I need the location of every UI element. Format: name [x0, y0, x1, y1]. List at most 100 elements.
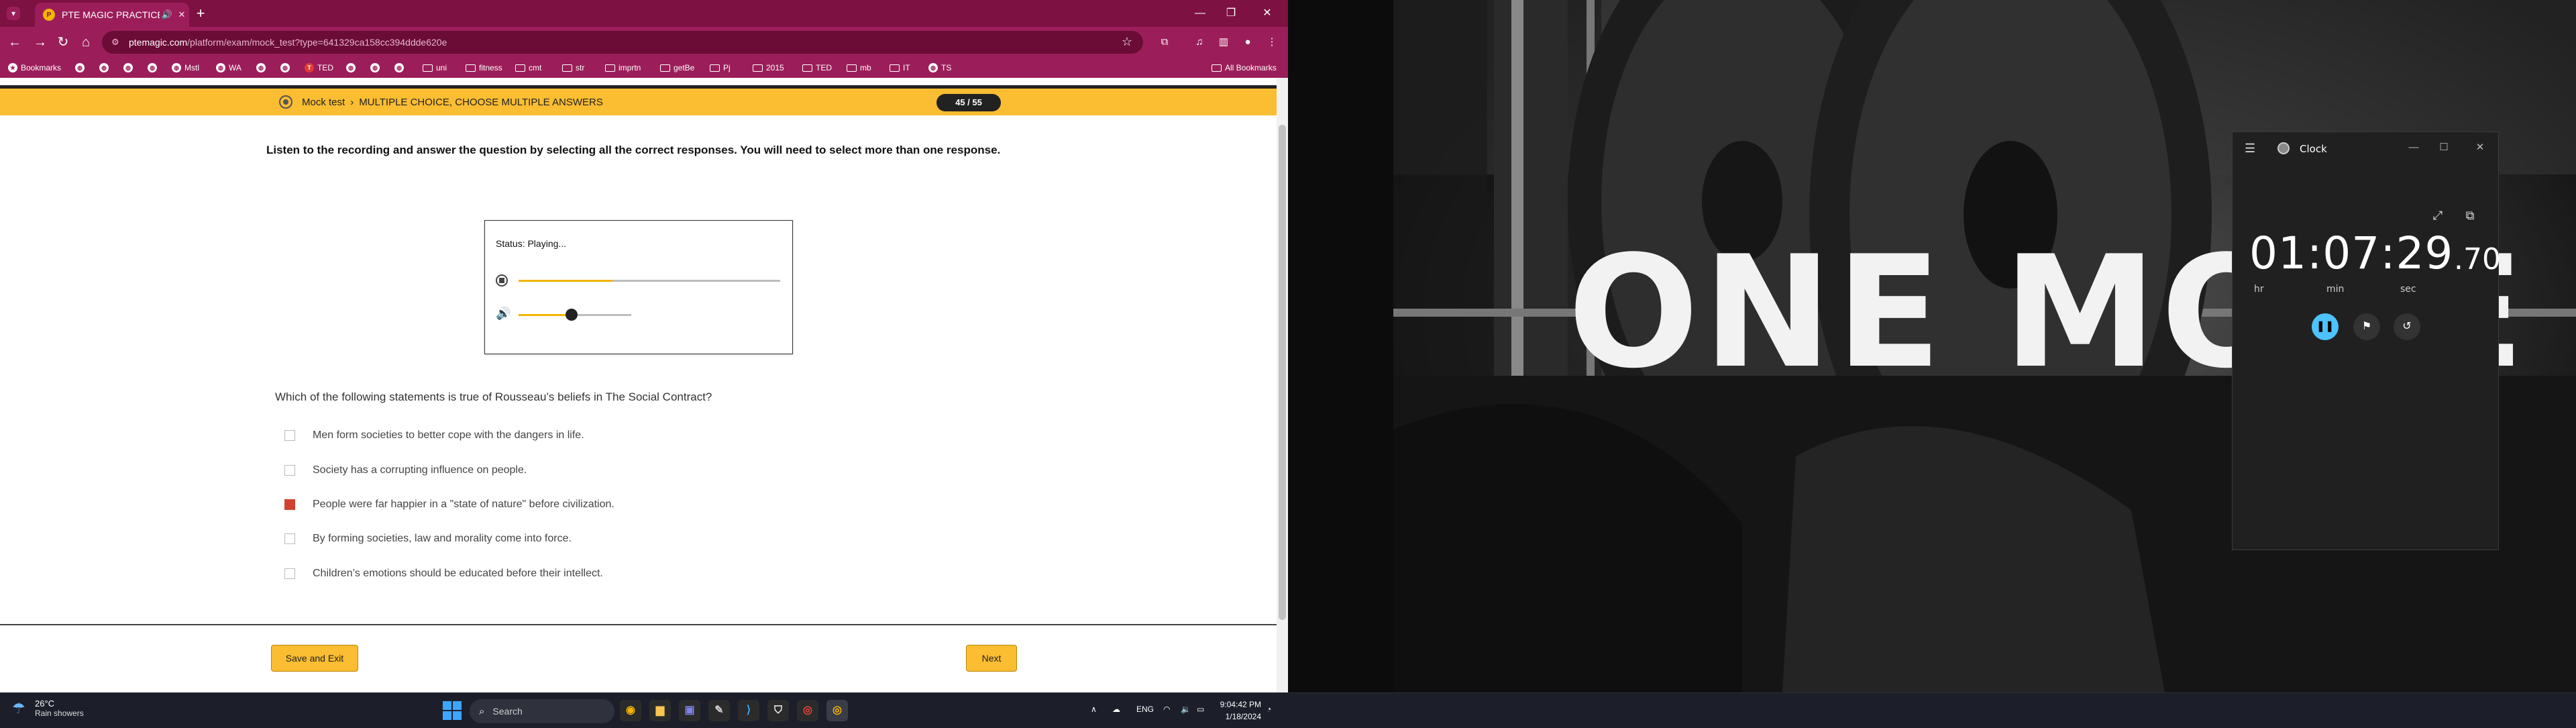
- chrome-menu-icon[interactable]: ⋮: [1264, 34, 1280, 50]
- teams-icon[interactable]: ▣: [679, 700, 700, 721]
- site-info-icon[interactable]: ⚙: [111, 37, 122, 48]
- taskbar-app-icon[interactable]: ⛉: [767, 700, 789, 721]
- reload-button[interactable]: ↻: [54, 33, 72, 52]
- close-window-button[interactable]: ✕: [1252, 4, 1283, 23]
- clock-maximize-button[interactable]: ☐: [2430, 138, 2457, 158]
- option-checkbox[interactable]: [284, 499, 295, 510]
- home-button[interactable]: ⌂: [76, 33, 95, 52]
- option-checkbox[interactable]: [284, 430, 295, 441]
- bookmark-folder-pj[interactable]: Pj: [710, 62, 731, 74]
- option-checkbox[interactable]: [284, 568, 295, 579]
- url-host: ptemagic.com: [129, 37, 188, 48]
- option-2[interactable]: Society has a corrupting influence on pe…: [284, 462, 527, 478]
- minimize-button[interactable]: —: [1185, 4, 1216, 23]
- stopwatch-time: 01:07:29: [2249, 227, 2454, 279]
- bookmark-wa[interactable]: ◍ WA: [216, 62, 241, 74]
- bookmark-item[interactable]: ◍: [394, 62, 407, 74]
- hamburger-menu-icon[interactable]: ☰: [2245, 142, 2255, 156]
- address-bar[interactable]: ⚙ ptemagic.com/platform/exam/mock_test?t…: [102, 31, 1143, 54]
- bookmark-folder-2015[interactable]: 2015: [753, 62, 784, 74]
- lap-flag-button[interactable]: ⚑: [2353, 313, 2380, 340]
- bookmark-folder-cmt[interactable]: cmt: [515, 62, 541, 74]
- side-panel-icon[interactable]: ▥: [1216, 34, 1232, 50]
- bookmark-mstl[interactable]: ◍ Mstl: [172, 62, 199, 74]
- tab-close-icon[interactable]: ✕: [174, 9, 189, 20]
- option-checkbox[interactable]: [284, 533, 295, 544]
- vscode-icon[interactable]: ⟩: [738, 700, 759, 721]
- bookmarks-menu[interactable]: ★ Bookmarks: [8, 62, 61, 74]
- bookmark-folder-imprtn[interactable]: imprtn: [605, 62, 641, 74]
- bookmark-item[interactable]: ◍: [123, 62, 136, 74]
- taskbar-search[interactable]: ⌕ Search: [470, 699, 614, 723]
- notification-bell-icon[interactable]: ◔: [1267, 705, 1271, 714]
- volume-knob[interactable]: [565, 309, 578, 321]
- bookmark-item[interactable]: ◍: [346, 62, 359, 74]
- option-3[interactable]: People were far happier in a "state of n…: [284, 497, 614, 513]
- bookmark-item[interactable]: ◍: [99, 62, 112, 74]
- windows-start-icon[interactable]: [443, 701, 462, 720]
- tab-audio-icon[interactable]: 🔊: [160, 9, 174, 20]
- bookmark-ted[interactable]: T TED: [305, 62, 333, 74]
- extensions-icon[interactable]: ⧉: [1157, 34, 1173, 50]
- profile-avatar[interactable]: ●: [1240, 34, 1256, 50]
- clock-close-button[interactable]: ✕: [2467, 138, 2493, 158]
- tab-search-dropdown[interactable]: ▾: [7, 7, 20, 20]
- taskbar-app-icon[interactable]: ✎: [708, 700, 730, 721]
- taskbar-app-sticky-icon[interactable]: ◉: [620, 700, 641, 721]
- bookmark-folder-uni[interactable]: uni: [423, 62, 447, 74]
- language-indicator[interactable]: ENG: [1136, 705, 1154, 714]
- new-tab-button[interactable]: +: [192, 5, 209, 23]
- url-path: /platform/exam/mock_test?type=641329ca15…: [187, 37, 447, 48]
- save-and-exit-button[interactable]: Save and Exit: [271, 645, 358, 672]
- audio-progress-bar[interactable]: [519, 280, 780, 282]
- expand-icon[interactable]: ⤢: [2428, 206, 2447, 225]
- volume-icon[interactable]: 🔊: [496, 307, 511, 321]
- bookmark-folder-str[interactable]: str: [562, 62, 584, 74]
- onedrive-icon[interactable]: ☁: [1112, 705, 1120, 714]
- tab-pte-magic[interactable]: P PTE MAGIC PRACTICE 🔊 ✕: [35, 3, 189, 27]
- stopwatch-fraction: .70: [2454, 242, 2501, 276]
- reset-button[interactable]: ↺: [2394, 313, 2420, 340]
- battery-icon[interactable]: ▭: [1197, 705, 1204, 714]
- bookmark-item[interactable]: ◍: [148, 62, 160, 74]
- volume-slider[interactable]: [519, 309, 631, 321]
- system-clock[interactable]: 9:04:42 PM 1/18/2024: [1214, 698, 1261, 723]
- bookmark-star-icon[interactable]: ☆: [1122, 35, 1132, 49]
- bookmark-folder-fitness[interactable]: fitness: [466, 62, 502, 74]
- option-4[interactable]: By forming societies, law and morality c…: [284, 531, 572, 547]
- folder-icon: [1212, 64, 1222, 72]
- bookmark-ts[interactable]: ◍ TS: [928, 62, 951, 74]
- scrollbar-thumb[interactable]: [1279, 125, 1286, 620]
- folder-icon: [802, 64, 812, 72]
- option-checkbox[interactable]: [284, 465, 295, 476]
- bookmark-item[interactable]: ◍: [75, 62, 88, 74]
- bookmark-folder-getbe[interactable]: getBe: [660, 62, 694, 74]
- crumb-section[interactable]: Mock test: [302, 97, 345, 108]
- maximize-button[interactable]: ❐: [1216, 4, 1246, 23]
- tray-overflow-icon[interactable]: ∧: [1091, 705, 1097, 714]
- forward-button[interactable]: →: [31, 33, 50, 52]
- bookmark-label: Pj: [723, 63, 731, 72]
- bookmark-folder-ted[interactable]: TED: [802, 62, 832, 74]
- bookmark-item[interactable]: ◍: [370, 62, 383, 74]
- bookmark-item[interactable]: ◍: [256, 62, 269, 74]
- back-button[interactable]: ←: [5, 33, 24, 52]
- bookmark-folder-mb[interactable]: mb: [847, 62, 871, 74]
- media-control-icon[interactable]: ♫: [1191, 34, 1208, 50]
- chrome-icon[interactable]: ◎: [797, 700, 818, 721]
- option-1[interactable]: Men form societies to better cope with t…: [284, 427, 584, 444]
- pause-button[interactable]: ❚❚: [2312, 313, 2339, 340]
- next-button[interactable]: Next: [966, 645, 1017, 672]
- option-5[interactable]: Children’s emotions should be educated b…: [284, 566, 603, 582]
- clock-minimize-button[interactable]: —: [2400, 138, 2427, 158]
- keep-on-top-icon[interactable]: ⧉: [2461, 206, 2479, 225]
- speaker-icon[interactable]: 🔉: [1181, 705, 1191, 714]
- bookmark-folder-it[interactable]: IT: [890, 62, 910, 74]
- weather-widget[interactable]: ☂ 26°C Rain showers: [12, 698, 84, 718]
- wifi-icon[interactable]: ◠: [1163, 705, 1170, 714]
- all-bookmarks-folder[interactable]: All Bookmarks: [1212, 62, 1277, 74]
- bookmark-item[interactable]: ◍: [280, 62, 293, 74]
- file-explorer-icon[interactable]: ▆: [649, 700, 671, 721]
- stop-icon[interactable]: [496, 274, 508, 287]
- chrome-profile-icon[interactable]: ◎: [826, 700, 848, 721]
